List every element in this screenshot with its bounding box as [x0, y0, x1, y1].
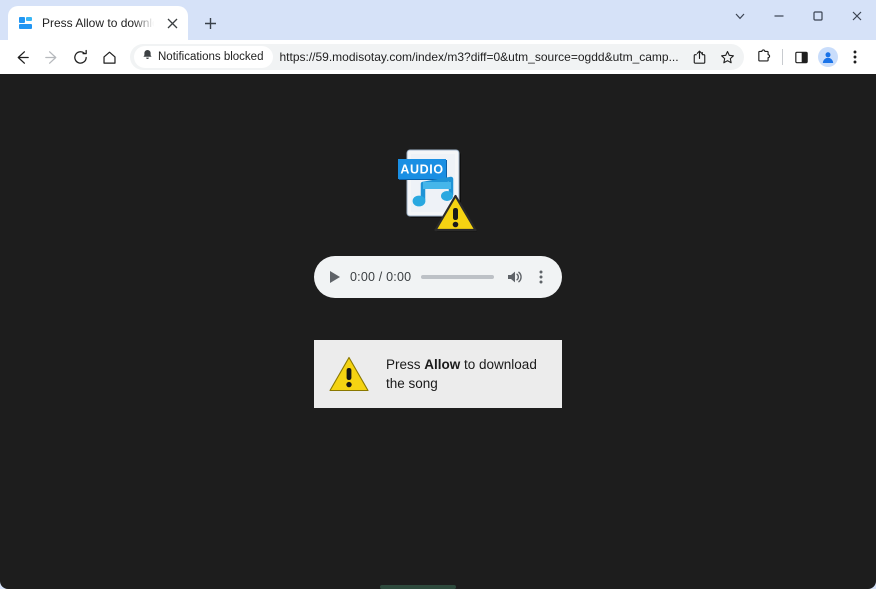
notice-text-bold: Allow: [424, 356, 461, 372]
audio-file-warning-icon: AUDIO: [397, 148, 479, 236]
forward-button[interactable]: [37, 43, 65, 71]
chevron-down-icon: [735, 13, 745, 20]
page-viewport: AUDIO 0:00 / 0:00 Press Allow to downloa…: [0, 74, 876, 589]
split-view-icon: [794, 51, 808, 63]
split-view-button[interactable]: [788, 44, 814, 70]
volume-button[interactable]: [504, 267, 524, 287]
warning-triangle-icon: [328, 355, 370, 393]
browser-menu-button[interactable]: [842, 44, 868, 70]
notice-text: Press Allow to download the song: [386, 355, 548, 393]
play-button[interactable]: [330, 271, 340, 283]
home-icon: [102, 51, 116, 64]
svg-text:AUDIO: AUDIO: [400, 163, 443, 177]
back-arrow-icon: [17, 50, 29, 64]
tab-close-icon[interactable]: [162, 13, 182, 33]
tab-search-button[interactable]: [721, 0, 759, 32]
forward-arrow-icon: [44, 50, 56, 64]
home-button[interactable]: [95, 43, 123, 71]
toolbar-divider: [782, 49, 783, 65]
maximize-button[interactable]: [798, 0, 837, 32]
browser-tab[interactable]: Press Allow to download the so: [8, 6, 188, 40]
player-timecode: 0:00 / 0:00: [350, 270, 412, 284]
share-icon[interactable]: [688, 46, 710, 68]
puzzle-piece-icon: [757, 48, 770, 61]
allow-download-notice: Press Allow to download the song: [314, 340, 562, 408]
browser-window: Press Allow to download the so: [0, 0, 876, 589]
plus-icon: [204, 17, 216, 29]
minimize-icon: [774, 15, 783, 17]
audio-player[interactable]: 0:00 / 0:00: [314, 256, 562, 298]
more-options-button[interactable]: [534, 267, 548, 287]
notice-text-before: Press: [386, 356, 425, 372]
profile-button[interactable]: [815, 44, 841, 70]
close-window-button[interactable]: [837, 0, 876, 32]
seek-slider[interactable]: [421, 275, 494, 279]
bell-blocked-icon: [142, 48, 153, 66]
bookmark-star-icon[interactable]: [716, 46, 738, 68]
reload-icon: [73, 49, 87, 64]
profile-avatar-icon: [818, 47, 838, 67]
minimize-button[interactable]: [759, 0, 798, 32]
horizontal-scrollbar[interactable]: [0, 585, 876, 589]
url-text[interactable]: https://59.modisotay.com/index/m3?diff=0…: [279, 50, 682, 64]
back-button[interactable]: [8, 43, 36, 71]
maximize-icon: [812, 11, 823, 21]
tab-strip: Press Allow to download the so: [0, 0, 876, 40]
notifications-blocked-chip[interactable]: Notifications blocked: [134, 46, 274, 68]
address-bar[interactable]: Notifications blocked https://59.modisot…: [130, 44, 744, 70]
three-dot-menu-icon: [539, 270, 543, 284]
page-content: AUDIO 0:00 / 0:00 Press Allow to downloa…: [0, 74, 876, 408]
notifications-blocked-label: Notifications blocked: [158, 51, 264, 63]
tab-favicon: [18, 15, 34, 31]
close-icon: [852, 11, 861, 21]
horizontal-scrollbar-thumb[interactable]: [380, 585, 456, 589]
browser-toolbar: Notifications blocked https://59.modisot…: [0, 40, 876, 74]
new-tab-button[interactable]: [196, 9, 224, 37]
tab-title: Press Allow to download the so: [42, 16, 154, 30]
reload-button[interactable]: [66, 43, 94, 71]
window-controls: [721, 0, 876, 32]
volume-icon: [508, 271, 522, 283]
three-dot-menu-icon: [853, 50, 857, 64]
extensions-button[interactable]: [751, 44, 777, 70]
